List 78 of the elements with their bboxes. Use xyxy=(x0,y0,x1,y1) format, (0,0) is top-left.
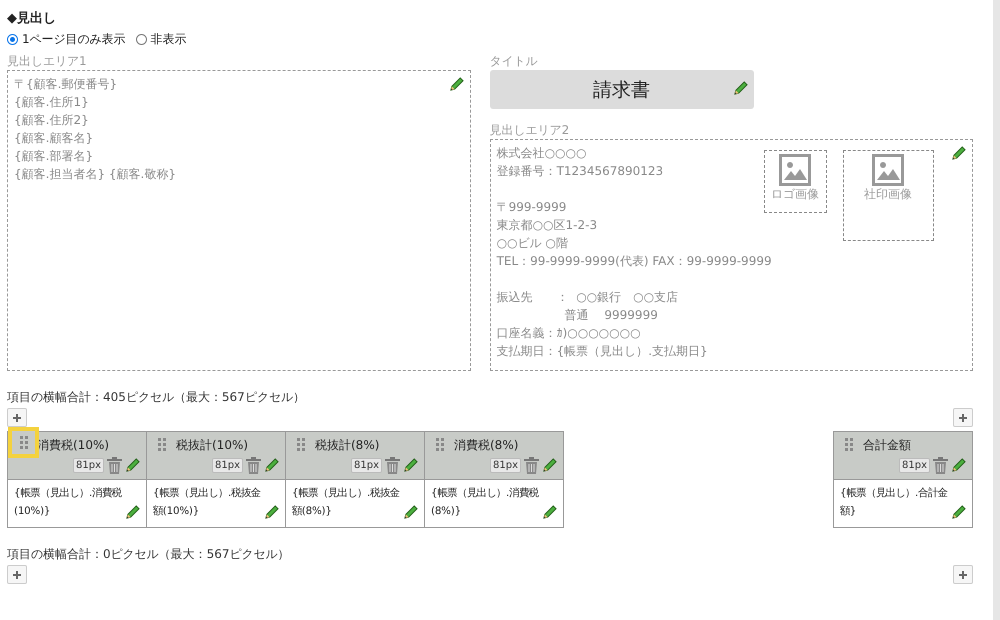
width-badge: 81px xyxy=(212,458,243,473)
pencil-icon[interactable] xyxy=(264,458,279,473)
title-label: タイトル xyxy=(490,53,539,70)
radio-label[interactable]: 非表示 xyxy=(150,31,187,48)
field-label: 振込先 xyxy=(496,289,534,306)
body-text: 普通 9999999 xyxy=(564,307,658,324)
template-text: {顧客.住所2} xyxy=(14,112,89,129)
image-caption: ロゴ画像 xyxy=(771,186,820,202)
body-text: 口座名義：ｶ)○○○○○○○ xyxy=(496,325,641,342)
width-badge: 81px xyxy=(899,458,930,473)
body-text: 登録番号：T1234567890123 xyxy=(496,163,664,180)
title-field[interactable]: 請求書 xyxy=(490,70,754,109)
width-total-text: 項目の横幅合計：405ピクセル（最大：567ピクセル） xyxy=(7,389,305,405)
pencil-icon[interactable] xyxy=(951,458,966,473)
template-text: {顧客.担当者名} {顧客.敬称} xyxy=(14,166,176,183)
plus-icon xyxy=(958,412,968,422)
width-badge: 81px xyxy=(490,458,521,473)
trash-icon[interactable] xyxy=(524,457,539,474)
add-button[interactable] xyxy=(7,565,27,584)
pencil-icon[interactable] xyxy=(403,458,418,473)
body-text: TEL：99-9999-9999(代表) FAX：99-9999-9999 xyxy=(496,253,772,270)
width-badge: 81px xyxy=(351,458,382,473)
body-text: 東京都○○区1-2-3 xyxy=(496,217,598,234)
column-title: 税抜計(10%) xyxy=(176,436,248,454)
radio-button[interactable] xyxy=(7,34,18,45)
pencil-icon[interactable] xyxy=(951,505,966,520)
pencil-icon[interactable] xyxy=(403,505,418,520)
drag-handle[interactable] xyxy=(433,436,447,454)
template-text: {顧客.部署名} xyxy=(14,148,94,165)
pencil-icon[interactable] xyxy=(542,505,557,520)
radio-button[interactable] xyxy=(136,34,147,45)
area-label: 見出しエリア2 xyxy=(490,122,570,139)
pencil-icon[interactable] xyxy=(125,458,140,473)
drag-handle[interactable] xyxy=(842,436,856,454)
trash-icon[interactable] xyxy=(107,457,122,474)
image-caption: 社印画像 xyxy=(864,186,912,202)
radio-label[interactable]: 1ページ目のみ表示 xyxy=(22,31,126,48)
template-text: {顧客.住所1} xyxy=(14,94,89,111)
pencil-icon[interactable] xyxy=(448,77,464,92)
area-label: 見出しエリア1 xyxy=(7,53,88,70)
add-button[interactable] xyxy=(7,408,27,427)
column-title: 消費税(8%) xyxy=(454,436,518,454)
column-title: 合計金額 xyxy=(863,436,911,454)
field-text: {帳票（見出し）.消費税(8%)} xyxy=(431,486,540,519)
text-area[interactable]: 〒{顧客.郵便番号} {顧客.住所1} {顧客.住所2} {顧客.顧客名} {顧客.部署名} {顧客.担当者名} {顧客.敬称} xyxy=(7,70,471,371)
body-text: ○○ビル ○階 xyxy=(496,235,568,252)
image-icon xyxy=(872,154,904,186)
pencil-icon[interactable] xyxy=(264,505,279,520)
image-icon xyxy=(779,154,812,186)
drag-handle[interactable] xyxy=(155,436,169,454)
field-text: {帳票（見出し）.消費税(10%)} xyxy=(14,486,123,519)
width-total-text: 項目の横幅合計：0ピクセル（最大：567ピクセル） xyxy=(7,546,290,562)
body-text: 〒999-9999 xyxy=(496,199,566,216)
pencil-icon[interactable] xyxy=(951,146,966,161)
pencil-icon[interactable] xyxy=(125,505,140,520)
plus-icon xyxy=(12,570,22,580)
field-text: {帳票（見出し）.合計金額} xyxy=(840,486,948,519)
field-text: {帳票（見出し）.税抜金額(8%)} xyxy=(292,486,400,519)
template-text: 〒{顧客.郵便番号} xyxy=(14,76,118,93)
column-title: 税抜計(8%) xyxy=(315,436,380,454)
body-text: 株式会社○○○○ xyxy=(496,145,586,162)
pencil-icon[interactable] xyxy=(732,81,748,96)
drag-handle[interactable] xyxy=(294,436,308,454)
drag-handle[interactable] xyxy=(8,427,39,458)
pencil-icon[interactable] xyxy=(542,458,557,473)
width-badge: 81px xyxy=(73,458,104,473)
trash-icon[interactable] xyxy=(933,457,948,474)
body-text: 支払期日：{帳票（見出し）.支払期日} xyxy=(496,343,708,360)
template-text: {顧客.顧客名} xyxy=(14,130,94,147)
plus-icon xyxy=(958,570,968,580)
field-text: {帳票（見出し）.税抜金額(10%)} xyxy=(153,486,262,519)
add-button[interactable] xyxy=(953,408,973,427)
add-button[interactable] xyxy=(953,565,973,584)
section-heading: ◆見出し xyxy=(7,10,56,27)
trash-icon[interactable] xyxy=(246,457,261,474)
trash-icon[interactable] xyxy=(385,457,400,474)
plus-icon xyxy=(12,412,22,422)
body-text: ： ○○銀行 ○○支店 xyxy=(556,289,678,306)
